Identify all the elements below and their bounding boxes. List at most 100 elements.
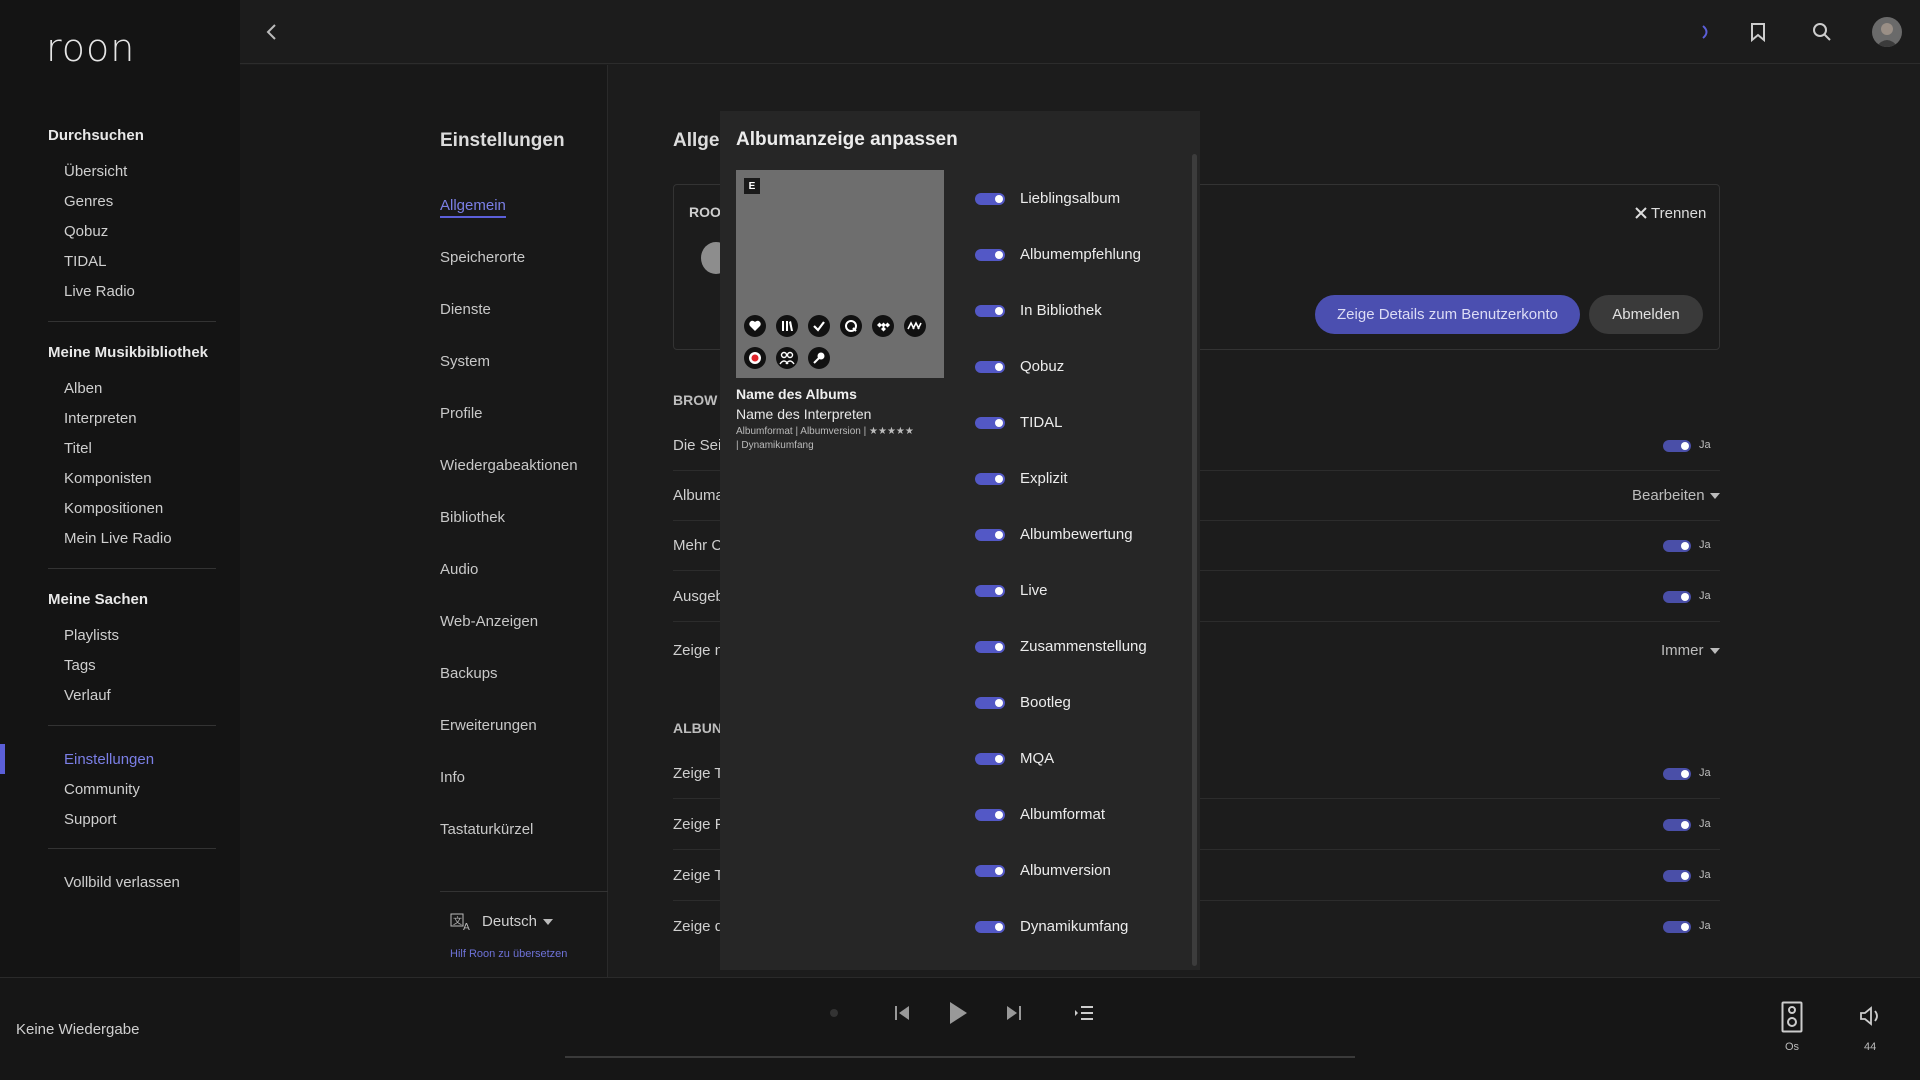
sidebar-item-tags[interactable]: Tags [64,657,96,674]
volume-icon[interactable] [1858,1003,1884,1029]
album-name-preview: Name des Albums [736,386,857,402]
toggle-value: Ja [1699,767,1711,779]
sidebar-divider [48,568,216,569]
dialog-scrollbar[interactable] [1192,154,1197,966]
album-meta-preview: | Dynamikumfang [736,440,814,451]
avatar[interactable] [1872,17,1902,47]
settings-tab-extensions[interactable]: Erweiterungen [440,717,537,734]
browse-section-title: BROW [673,392,718,408]
sidebar-item-settings[interactable]: Einstellungen [64,751,154,768]
explicit-badge: E [744,178,760,194]
logout-button[interactable]: Abmelden [1589,295,1703,334]
settings-tab-shortcuts[interactable]: Tastaturkürzel [440,821,533,838]
setting-toggle[interactable] [1663,591,1691,603]
toggle-switch[interactable] [975,585,1005,597]
sidebar-item-qobuz[interactable]: Qobuz [64,223,108,240]
sidebar-item-playlists[interactable]: Playlists [64,627,119,644]
toggle-switch[interactable] [975,809,1005,821]
setting-toggle[interactable] [1663,540,1691,552]
sidebar-item-support[interactable]: Support [64,811,117,828]
translate-link[interactable]: Hilf Roon zu übersetzen [450,948,567,960]
sidebar: roon Durchsuchen Übersicht Genres Qobuz … [0,0,240,977]
settings-tab-profiles[interactable]: Profile [440,405,483,422]
toggle-value: Ja [1699,439,1711,451]
sidebar-item-community[interactable]: Community [64,781,140,798]
sidebar-item-compositions[interactable]: Kompositionen [64,500,163,517]
setting-row-label: Zeige T [673,867,724,884]
sidebar-item-live-radio[interactable]: Live Radio [64,283,135,300]
always-dropdown[interactable]: Immer [1661,642,1704,659]
account-details-button[interactable]: Zeige Details zum Benutzerkonto [1315,295,1580,334]
compilation-icon [904,315,926,337]
settings-tab-info[interactable]: Info [440,769,465,786]
next-icon[interactable] [1002,1001,1026,1025]
setting-toggle[interactable] [1663,440,1691,452]
toggle-switch[interactable] [975,921,1005,933]
setting-toggle[interactable] [1663,768,1691,780]
sidebar-item-history[interactable]: Verlauf [64,687,111,704]
toggle-switch[interactable] [975,473,1005,485]
dialog-title: Albumanzeige anpassen [736,129,958,150]
live-icon [744,347,766,369]
settings-tab-web-displays[interactable]: Web-Anzeigen [440,613,538,630]
sidebar-divider [48,848,216,849]
settings-tab-services[interactable]: Dienste [440,301,491,318]
settings-tab-library[interactable]: Bibliothek [440,509,505,526]
language-select[interactable]: Deutsch [482,913,537,930]
toggle-label: Albumversion [1020,862,1111,879]
queue-icon[interactable] [1072,1001,1096,1025]
toggle-switch[interactable] [975,753,1005,765]
speaker-icon[interactable] [1780,1000,1804,1034]
sidebar-item-composers[interactable]: Komponisten [64,470,152,487]
disconnect-button[interactable]: Trennen [1651,205,1706,222]
setting-toggle[interactable] [1663,870,1691,882]
toggle-switch[interactable] [975,697,1005,709]
toggle-label: In Bibliothek [1020,302,1102,319]
close-icon[interactable] [1634,206,1648,220]
toggle-switch[interactable] [975,529,1005,541]
seek-bar[interactable] [565,1056,1355,1058]
setting-row-label: Zeige n [673,642,724,659]
sidebar-item-overview[interactable]: Übersicht [64,163,127,180]
edit-dropdown[interactable]: Bearbeiten [1632,487,1705,504]
toggle-switch[interactable] [975,361,1005,373]
sidebar-item-artists[interactable]: Interpreten [64,410,137,427]
album-meta-preview: Albumformat | Albumversion | ★★★★★ [736,426,914,437]
sidebar-item-tidal[interactable]: TIDAL [64,253,107,270]
album-cover-preview: E [736,170,944,378]
sidebar-item-tracks[interactable]: Titel [64,440,92,457]
setting-row-label: Die Sei [673,437,722,454]
toggle-label: Qobuz [1020,358,1065,375]
toggle-switch[interactable] [975,865,1005,877]
toggle-label: Albumbewertung [1020,526,1133,543]
setting-row-label: Zeige T [673,765,724,782]
settings-tab-audio[interactable]: Audio [440,561,478,578]
svg-text:A: A [463,922,470,932]
sidebar-item-albums[interactable]: Alben [64,380,102,397]
toggle-switch[interactable] [975,305,1005,317]
play-icon[interactable] [944,998,972,1028]
back-icon[interactable] [260,20,284,44]
volume-value: 44 [1864,1041,1877,1053]
settings-tab-playback-actions[interactable]: Wiedergabeaktionen [440,457,578,474]
toggle-switch[interactable] [975,249,1005,261]
setting-toggle[interactable] [1663,921,1691,933]
sidebar-my-stuff-title: Meine Sachen [48,591,149,608]
toggle-switch[interactable] [975,193,1005,205]
sidebar-item-genres[interactable]: Genres [64,193,113,210]
setting-toggle[interactable] [1663,819,1691,831]
top-bar [240,0,1920,64]
settings-tab-general[interactable]: Allgemein [440,197,506,218]
sidebar-item-exit-fullscreen[interactable]: Vollbild verlassen [64,874,180,891]
toggle-value: Ja [1699,590,1711,602]
search-icon[interactable] [1810,20,1834,44]
bookmark-icon[interactable] [1746,20,1770,44]
microphone-icon [808,347,830,369]
toggle-switch[interactable] [975,417,1005,429]
sidebar-item-my-live-radio[interactable]: Mein Live Radio [64,530,172,547]
settings-tab-backups[interactable]: Backups [440,665,498,682]
previous-icon[interactable] [890,1001,914,1025]
settings-tab-system[interactable]: System [440,353,490,370]
settings-tab-storage[interactable]: Speicherorte [440,249,525,266]
toggle-switch[interactable] [975,641,1005,653]
